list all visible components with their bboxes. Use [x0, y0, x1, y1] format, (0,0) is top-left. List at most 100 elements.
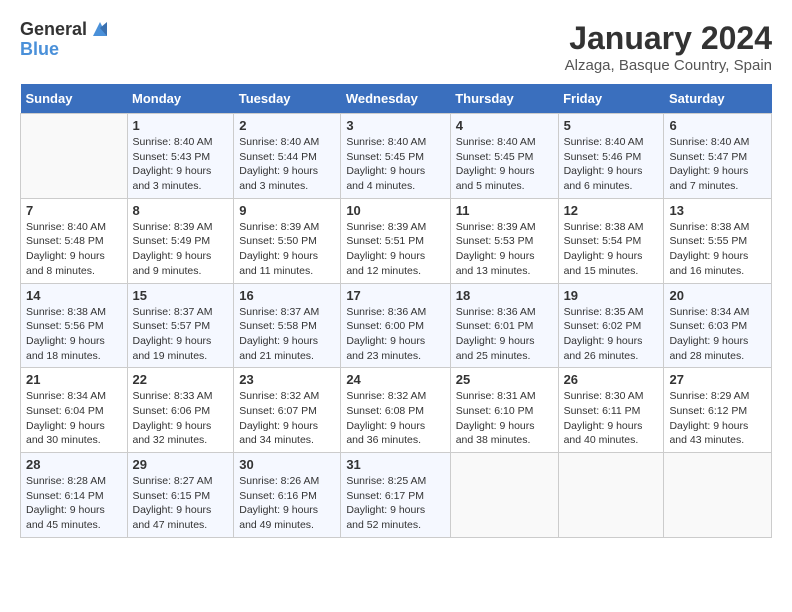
day-number: 15 — [133, 288, 229, 303]
day-daylight: Daylight: 9 hours and 11 minutes. — [239, 250, 318, 277]
day-sunset: Sunset: 6:14 PM — [26, 490, 104, 502]
day-sunrise: Sunrise: 8:40 AM — [346, 136, 426, 148]
calendar-week-row: 7 Sunrise: 8:40 AM Sunset: 5:48 PM Dayli… — [21, 198, 772, 283]
header-sunday: Sunday — [21, 84, 128, 114]
day-daylight: Daylight: 9 hours and 36 minutes. — [346, 420, 425, 447]
table-row: 12 Sunrise: 8:38 AM Sunset: 5:54 PM Dayl… — [558, 198, 664, 283]
day-sunset: Sunset: 5:53 PM — [456, 235, 534, 247]
calendar-week-row: 28 Sunrise: 8:28 AM Sunset: 6:14 PM Dayl… — [21, 453, 772, 538]
day-number: 18 — [456, 288, 553, 303]
table-row: 25 Sunrise: 8:31 AM Sunset: 6:10 PM Dayl… — [450, 368, 558, 453]
calendar-header-row: Sunday Monday Tuesday Wednesday Thursday… — [21, 84, 772, 114]
location-text: Alzaga, Basque Country, Spain — [565, 57, 772, 74]
table-row — [558, 453, 664, 538]
table-row: 10 Sunrise: 8:39 AM Sunset: 5:51 PM Dayl… — [341, 198, 450, 283]
day-daylight: Daylight: 9 hours and 5 minutes. — [456, 165, 535, 192]
day-number: 23 — [239, 372, 335, 387]
day-number: 13 — [669, 203, 766, 218]
day-sunset: Sunset: 5:48 PM — [26, 235, 104, 247]
header-saturday: Saturday — [664, 84, 772, 114]
day-sunset: Sunset: 5:50 PM — [239, 235, 317, 247]
day-sunrise: Sunrise: 8:40 AM — [456, 136, 536, 148]
table-row: 2 Sunrise: 8:40 AM Sunset: 5:44 PM Dayli… — [234, 114, 341, 199]
logo-blue-text: Blue — [20, 40, 111, 60]
day-daylight: Daylight: 9 hours and 15 minutes. — [564, 250, 643, 277]
table-row: 27 Sunrise: 8:29 AM Sunset: 6:12 PM Dayl… — [664, 368, 772, 453]
day-number: 19 — [564, 288, 659, 303]
table-row: 11 Sunrise: 8:39 AM Sunset: 5:53 PM Dayl… — [450, 198, 558, 283]
day-sunrise: Sunrise: 8:32 AM — [346, 390, 426, 402]
header-tuesday: Tuesday — [234, 84, 341, 114]
day-daylight: Daylight: 9 hours and 4 minutes. — [346, 165, 425, 192]
title-block: January 2024 Alzaga, Basque Country, Spa… — [565, 20, 772, 74]
day-sunset: Sunset: 6:00 PM — [346, 320, 424, 332]
day-daylight: Daylight: 9 hours and 19 minutes. — [133, 335, 212, 362]
day-number: 24 — [346, 372, 444, 387]
day-sunset: Sunset: 5:44 PM — [239, 151, 317, 163]
day-sunset: Sunset: 6:06 PM — [133, 405, 211, 417]
day-daylight: Daylight: 9 hours and 52 minutes. — [346, 504, 425, 531]
day-number: 2 — [239, 118, 335, 133]
day-sunrise: Sunrise: 8:36 AM — [456, 306, 536, 318]
table-row: 5 Sunrise: 8:40 AM Sunset: 5:46 PM Dayli… — [558, 114, 664, 199]
day-number: 28 — [26, 457, 122, 472]
day-sunrise: Sunrise: 8:29 AM — [669, 390, 749, 402]
table-row — [21, 114, 128, 199]
table-row: 24 Sunrise: 8:32 AM Sunset: 6:08 PM Dayl… — [341, 368, 450, 453]
day-number: 12 — [564, 203, 659, 218]
day-number: 7 — [26, 203, 122, 218]
calendar-week-row: 1 Sunrise: 8:40 AM Sunset: 5:43 PM Dayli… — [21, 114, 772, 199]
day-sunrise: Sunrise: 8:32 AM — [239, 390, 319, 402]
day-sunset: Sunset: 5:47 PM — [669, 151, 747, 163]
day-sunrise: Sunrise: 8:30 AM — [564, 390, 644, 402]
day-sunset: Sunset: 6:11 PM — [564, 405, 641, 417]
day-sunset: Sunset: 5:45 PM — [456, 151, 534, 163]
table-row: 7 Sunrise: 8:40 AM Sunset: 5:48 PM Dayli… — [21, 198, 128, 283]
table-row: 18 Sunrise: 8:36 AM Sunset: 6:01 PM Dayl… — [450, 283, 558, 368]
day-number: 10 — [346, 203, 444, 218]
day-sunrise: Sunrise: 8:38 AM — [26, 306, 106, 318]
day-sunrise: Sunrise: 8:34 AM — [26, 390, 106, 402]
day-sunrise: Sunrise: 8:26 AM — [239, 475, 319, 487]
day-sunset: Sunset: 6:12 PM — [669, 405, 747, 417]
day-sunrise: Sunrise: 8:25 AM — [346, 475, 426, 487]
day-daylight: Daylight: 9 hours and 45 minutes. — [26, 504, 105, 531]
day-sunrise: Sunrise: 8:35 AM — [564, 306, 644, 318]
day-sunset: Sunset: 5:55 PM — [669, 235, 747, 247]
day-number: 8 — [133, 203, 229, 218]
day-sunrise: Sunrise: 8:31 AM — [456, 390, 536, 402]
day-sunset: Sunset: 6:07 PM — [239, 405, 317, 417]
table-row: 23 Sunrise: 8:32 AM Sunset: 6:07 PM Dayl… — [234, 368, 341, 453]
day-sunset: Sunset: 5:58 PM — [239, 320, 317, 332]
day-sunrise: Sunrise: 8:34 AM — [669, 306, 749, 318]
table-row: 1 Sunrise: 8:40 AM Sunset: 5:43 PM Dayli… — [127, 114, 234, 199]
table-row: 4 Sunrise: 8:40 AM Sunset: 5:45 PM Dayli… — [450, 114, 558, 199]
day-number: 14 — [26, 288, 122, 303]
day-daylight: Daylight: 9 hours and 38 minutes. — [456, 420, 535, 447]
logo-icon — [89, 18, 111, 40]
day-number: 17 — [346, 288, 444, 303]
day-number: 4 — [456, 118, 553, 133]
day-sunset: Sunset: 5:57 PM — [133, 320, 211, 332]
day-number: 26 — [564, 372, 659, 387]
day-number: 6 — [669, 118, 766, 133]
day-daylight: Daylight: 9 hours and 3 minutes. — [239, 165, 318, 192]
day-sunrise: Sunrise: 8:39 AM — [133, 221, 213, 233]
day-daylight: Daylight: 9 hours and 40 minutes. — [564, 420, 643, 447]
day-sunset: Sunset: 5:51 PM — [346, 235, 424, 247]
day-sunrise: Sunrise: 8:40 AM — [239, 136, 319, 148]
day-sunrise: Sunrise: 8:39 AM — [456, 221, 536, 233]
header-monday: Monday — [127, 84, 234, 114]
logo: General Blue — [20, 20, 111, 60]
day-sunset: Sunset: 5:54 PM — [564, 235, 642, 247]
table-row — [450, 453, 558, 538]
day-daylight: Daylight: 9 hours and 25 minutes. — [456, 335, 535, 362]
day-sunset: Sunset: 5:46 PM — [564, 151, 642, 163]
table-row: 22 Sunrise: 8:33 AM Sunset: 6:06 PM Dayl… — [127, 368, 234, 453]
day-sunset: Sunset: 5:45 PM — [346, 151, 424, 163]
day-sunrise: Sunrise: 8:36 AM — [346, 306, 426, 318]
day-daylight: Daylight: 9 hours and 43 minutes. — [669, 420, 748, 447]
day-sunset: Sunset: 6:17 PM — [346, 490, 424, 502]
day-number: 30 — [239, 457, 335, 472]
table-row: 13 Sunrise: 8:38 AM Sunset: 5:55 PM Dayl… — [664, 198, 772, 283]
